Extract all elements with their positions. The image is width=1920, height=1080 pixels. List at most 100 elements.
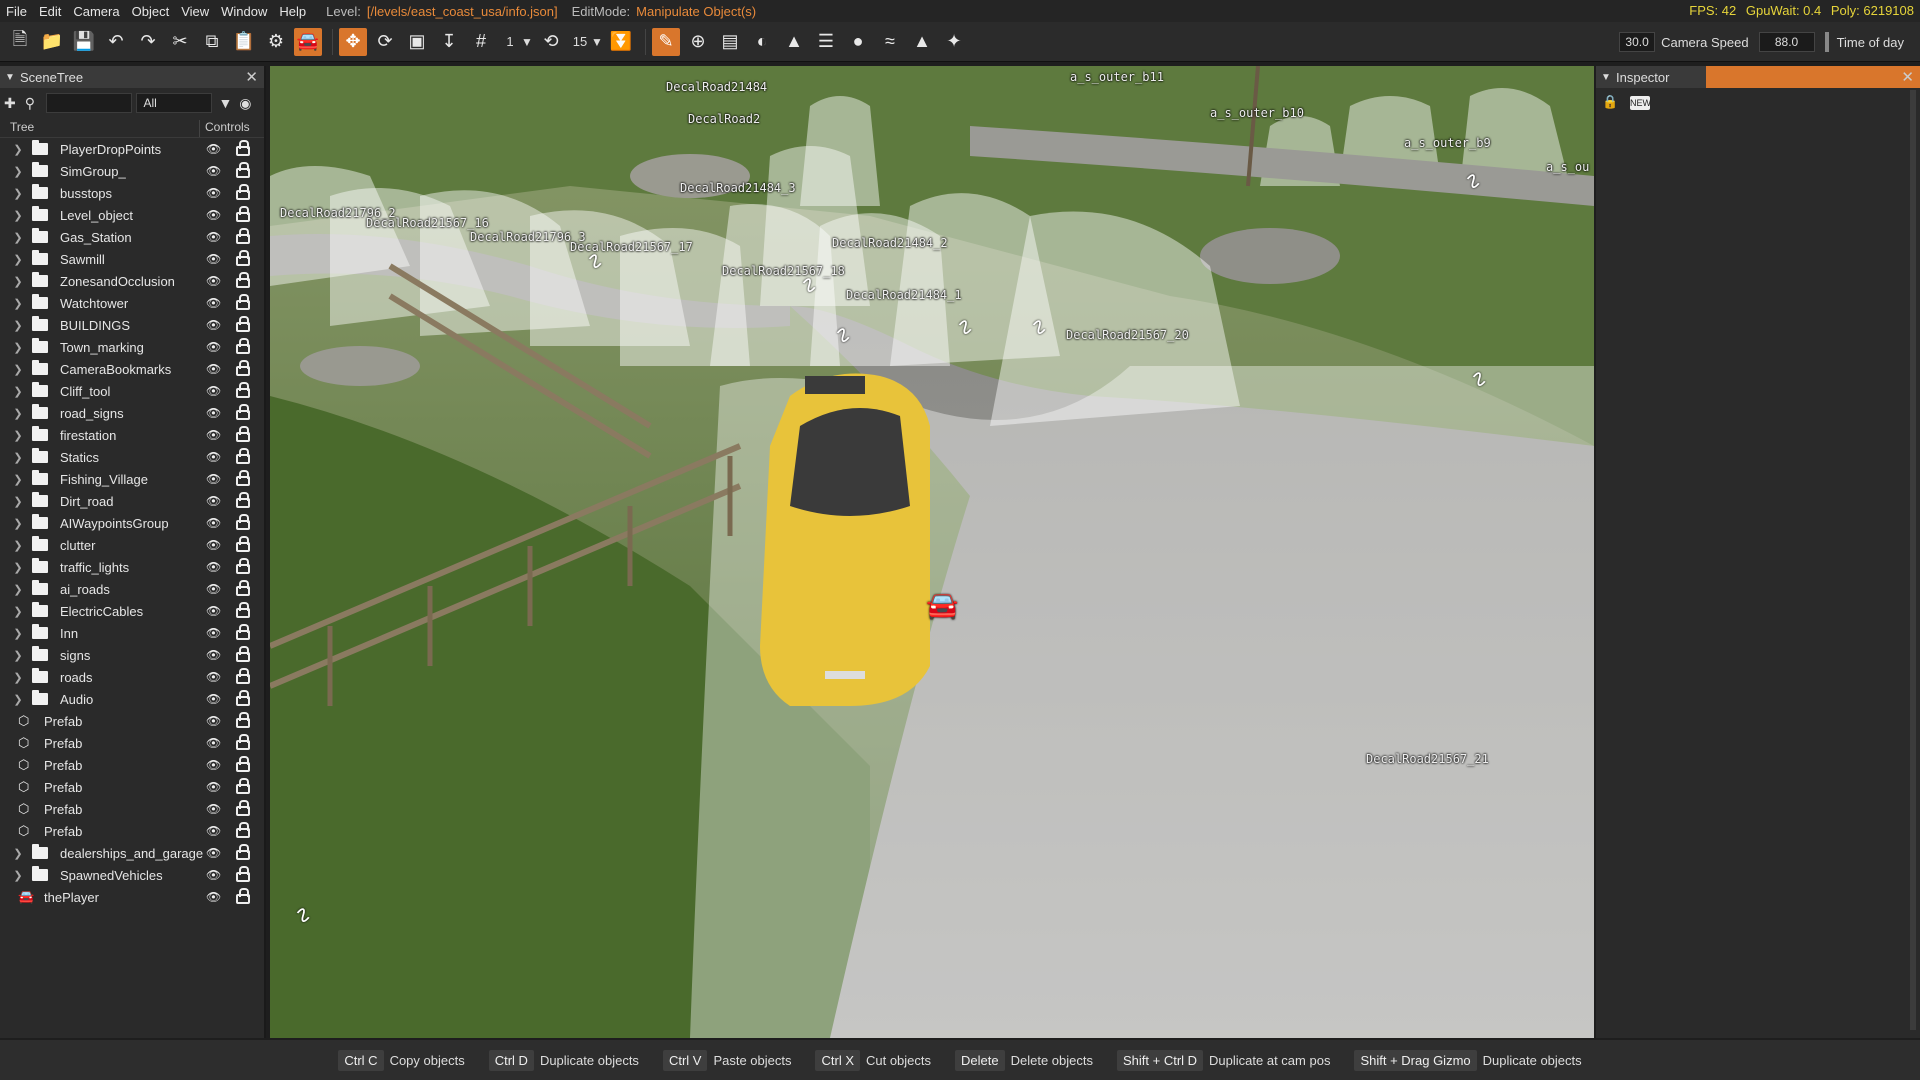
expand-chevron-icon[interactable]: ❯ [8,143,28,156]
tree-row[interactable]: ❯ Cliff_tool 👁 [0,380,264,402]
visibility-eye-icon[interactable]: 👁 [206,758,222,772]
expand-chevron-icon[interactable]: ❯ [8,187,28,200]
tree-row[interactable]: ❯ Watchtower 👁 [0,292,264,314]
speed-field-left[interactable]: 30.0 [1619,32,1656,52]
expand-chevron-icon[interactable]: ❯ [8,627,28,640]
lock-icon[interactable] [236,294,250,310]
tree-search-input[interactable] [45,93,133,113]
expand-chevron-icon[interactable]: ❯ [8,341,28,354]
lock-icon[interactable] [236,888,250,904]
tree-row[interactable]: ⬡ Prefab 👁 [0,754,264,776]
tree-row[interactable]: ❯ signs 👁 [0,644,264,666]
lock-icon[interactable] [236,778,250,794]
menu-help[interactable]: Help [273,4,312,19]
lock-icon[interactable] [236,712,250,728]
tree-row[interactable]: ❯ Audio 👁 [0,688,264,710]
tree-row[interactable]: ❯ Level_object 👁 [0,204,264,226]
expand-chevron-icon[interactable]: ❯ [8,847,28,860]
expand-chevron-icon[interactable]: ❯ [8,209,28,222]
tree-row[interactable]: ❯ busstops 👁 [0,182,264,204]
lock-icon[interactable] [236,338,250,354]
terrain-paint-icon[interactable]: ◐ [748,28,776,56]
visibility-eye-icon[interactable]: 👁 [206,692,222,706]
visibility-eye-icon[interactable]: 👁 [206,560,222,574]
tree-row[interactable]: ❯ firestation 👁 [0,424,264,446]
lock-icon[interactable] [236,140,250,156]
expand-chevron-icon[interactable]: ❯ [8,231,28,244]
pencil-edit-icon[interactable]: ✎ [652,27,680,56]
road-lanes-icon[interactable]: ▲ [908,28,936,56]
tree-row[interactable]: ❯ dealerships_and_garage 👁 [0,842,264,864]
save-icon[interactable]: 💾 [70,28,98,56]
visibility-eye-icon[interactable]: 👁 [206,802,222,816]
collapse-triangle-icon[interactable]: ▼ [1596,72,1616,83]
visibility-eye-icon[interactable]: 👁 [206,340,222,354]
tree-row[interactable]: ❯ Statics 👁 [0,446,264,468]
tree-row[interactable]: ⬡ Prefab 👁 [0,820,264,842]
lock-icon[interactable] [236,250,250,266]
settings-gear-icon[interactable]: ⚙ [262,28,290,56]
copy-icon[interactable]: ⧉ [198,28,226,56]
filter-dropdown-icon[interactable]: ▼ [218,95,239,111]
tree-row[interactable]: ❯ Dirt_road 👁 [0,490,264,512]
collapse-triangle-icon[interactable]: ▼ [0,72,20,83]
visibility-eye-icon[interactable]: 👁 [206,362,222,376]
menu-edit[interactable]: Edit [33,4,67,19]
time-of-day-slider-handle[interactable] [1824,32,1829,52]
vehicle-icon[interactable]: 🚘 [294,27,322,56]
lock-icon[interactable] [236,800,250,816]
tree-type-filter[interactable]: All [136,93,213,113]
visibility-eye-icon[interactable]: 👁 [206,780,222,794]
tree-row[interactable]: ❯ ZonesandOcclusion 👁 [0,270,264,292]
lock-icon[interactable] [236,668,250,684]
cut-icon[interactable]: ✂ [166,28,194,56]
3d-viewport[interactable]: DecalRoad21484 DecalRoad2 DecalRoad21484… [270,66,1594,1038]
lock-icon[interactable] [236,404,250,420]
lock-icon[interactable] [236,426,250,442]
layers-icon[interactable]: ☰ [812,28,840,56]
lock-icon[interactable] [236,382,250,398]
menu-file[interactable]: File [0,4,33,19]
translate-gizmo-icon[interactable]: ✥ [339,27,367,56]
lock-icon[interactable] [236,492,250,508]
lock-icon[interactable] [236,470,250,486]
player-vehicle-icon[interactable]: 🚘 [926,590,958,621]
visibility-eye-icon[interactable]: 👁 [206,274,222,288]
tree-row[interactable]: ❯ clutter 👁 [0,534,264,556]
visibility-eye-icon[interactable]: 👁 [206,252,222,266]
forest-icon[interactable]: ▲ [780,28,808,56]
tree-row[interactable]: ❯ PlayerDropPoints 👁 [0,138,264,160]
visibility-eye-icon[interactable]: 👁 [206,318,222,332]
visibility-eye-icon[interactable]: 👁 [206,582,222,596]
tree-row[interactable]: ❯ roads 👁 [0,666,264,688]
tree-row[interactable]: ❯ traffic_lights 👁 [0,556,264,578]
visibility-eye-icon[interactable]: 👁 [206,538,222,552]
tree-row[interactable]: ❯ Inn 👁 [0,622,264,644]
visibility-eye-icon[interactable]: 👁 [206,472,222,486]
rotate-snap-icon[interactable]: ⟲ [537,28,565,56]
lock-icon[interactable] [236,536,250,552]
expand-chevron-icon[interactable]: ❯ [8,869,28,882]
visibility-eye-icon[interactable]: 👁 [206,186,222,200]
visibility-eye-icon[interactable]: 👁 [206,626,222,640]
new-file-icon[interactable]: 🗎 [6,28,34,56]
visibility-eye-icon[interactable]: 👁 [206,824,222,838]
lock-icon[interactable] [236,448,250,464]
lock-icon[interactable] [236,844,250,860]
add-object-icon[interactable]: ⊕ [684,28,712,56]
camera-speed-field[interactable]: 88.0 [1758,32,1815,52]
visibility-eye-icon[interactable]: 👁 [206,208,222,222]
lock-icon[interactable] [236,866,250,882]
navgraph-icon[interactable]: ✦ [940,28,968,56]
scale-gizmo-icon[interactable]: ▣ [403,28,431,56]
menu-object[interactable]: Object [126,4,176,19]
tree-row[interactable]: ❯ Fishing_Village 👁 [0,468,264,490]
tree-row[interactable]: ❯ BUILDINGS 👁 [0,314,264,336]
lock-icon[interactable] [236,162,250,178]
grid-snap-icon[interactable]: # [467,28,495,56]
visibility-eye-icon[interactable]: 👁 [206,384,222,398]
lock-icon[interactable] [236,228,250,244]
lock-icon[interactable] [236,316,250,332]
expand-chevron-icon[interactable]: ❯ [8,583,28,596]
tree-row[interactable]: ❯ CameraBookmarks 👁 [0,358,264,380]
